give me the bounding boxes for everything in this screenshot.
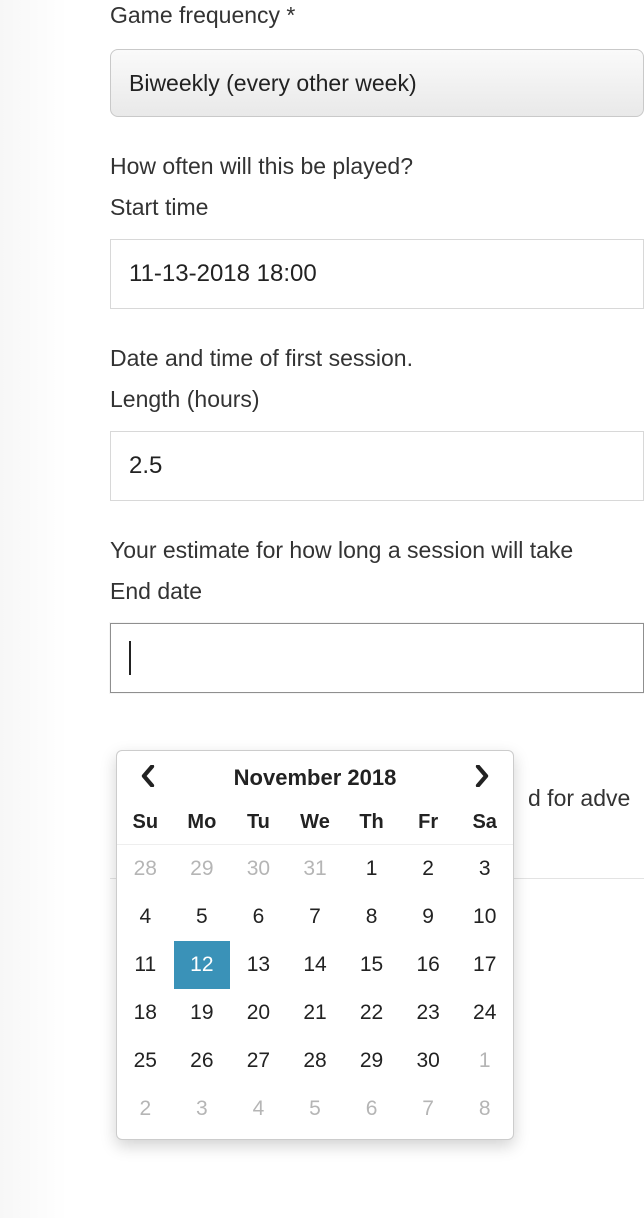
- datepicker-popover: November 2018 SuMoTuWeThFrSa 28293031123…: [116, 750, 514, 1140]
- datepicker-day[interactable]: 28: [287, 1037, 344, 1085]
- datepicker-day[interactable]: 2: [117, 1085, 174, 1133]
- datepicker-day[interactable]: 25: [117, 1037, 174, 1085]
- datepicker-day[interactable]: 18: [117, 989, 174, 1037]
- datepicker-day[interactable]: 7: [287, 893, 344, 941]
- datepicker-dow: Tu: [230, 805, 287, 845]
- datepicker-day[interactable]: 6: [230, 893, 287, 941]
- length-label: Length (hours): [110, 386, 644, 413]
- start-time-label: Start time: [110, 194, 644, 221]
- datepicker-next-button[interactable]: [457, 751, 507, 805]
- datepicker-dow: Su: [117, 805, 174, 845]
- frequency-label: Game frequency *: [110, 2, 644, 29]
- datepicker-day[interactable]: 23: [400, 989, 457, 1037]
- text-caret: [129, 641, 131, 675]
- datepicker-title: November 2018: [234, 765, 397, 791]
- datepicker-day[interactable]: 5: [174, 893, 231, 941]
- datepicker-day[interactable]: 26: [174, 1037, 231, 1085]
- datepicker-dow: Fr: [400, 805, 457, 845]
- datepicker-day[interactable]: 8: [456, 1085, 513, 1133]
- datepicker-day[interactable]: 3: [174, 1085, 231, 1133]
- datepicker-day[interactable]: 4: [117, 893, 174, 941]
- datepicker-day[interactable]: 28: [117, 845, 174, 893]
- datepicker-day[interactable]: 16: [400, 941, 457, 989]
- datepicker-day[interactable]: 2: [400, 845, 457, 893]
- datepicker-dow: We: [287, 805, 344, 845]
- datepicker-day[interactable]: 1: [456, 1037, 513, 1085]
- datepicker-day[interactable]: 4: [230, 1085, 287, 1133]
- length-help: Your estimate for how long a session wil…: [110, 537, 644, 564]
- datepicker-day[interactable]: 7: [400, 1085, 457, 1133]
- datepicker-day[interactable]: 3: [456, 845, 513, 893]
- datepicker-day[interactable]: 31: [287, 845, 344, 893]
- datepicker-day[interactable]: 27: [230, 1037, 287, 1085]
- datepicker-day[interactable]: 21: [287, 989, 344, 1037]
- datepicker-day[interactable]: 20: [230, 989, 287, 1037]
- length-input[interactable]: 2.5: [110, 431, 644, 501]
- datepicker-day[interactable]: 14: [287, 941, 344, 989]
- chevron-right-icon: [475, 765, 489, 792]
- datepicker-dow: Sa: [456, 805, 513, 845]
- datepicker-day[interactable]: 29: [343, 1037, 400, 1085]
- start-time-input[interactable]: 11-13-2018 18:00: [110, 239, 644, 309]
- datepicker-dow: Th: [343, 805, 400, 845]
- datepicker-day[interactable]: 6: [343, 1085, 400, 1133]
- datepicker-day[interactable]: 12: [174, 941, 231, 989]
- datepicker-day[interactable]: 15: [343, 941, 400, 989]
- datepicker-dow: Mo: [174, 805, 231, 845]
- chevron-left-icon: [141, 765, 155, 792]
- end-date-label: End date: [110, 578, 644, 605]
- datepicker-day[interactable]: 30: [400, 1037, 457, 1085]
- length-value: 2.5: [129, 452, 162, 480]
- datepicker-day[interactable]: 10: [456, 893, 513, 941]
- datepicker-day[interactable]: 8: [343, 893, 400, 941]
- datepicker-day[interactable]: 24: [456, 989, 513, 1037]
- frequency-help: How often will this be played?: [110, 153, 644, 180]
- obscured-help-fragment: d for adve: [528, 785, 630, 812]
- datepicker-day[interactable]: 9: [400, 893, 457, 941]
- datepicker-day[interactable]: 11: [117, 941, 174, 989]
- datepicker-day[interactable]: 30: [230, 845, 287, 893]
- datepicker-day[interactable]: 29: [174, 845, 231, 893]
- datepicker-day[interactable]: 22: [343, 989, 400, 1037]
- frequency-value: Biweekly (every other week): [129, 70, 417, 97]
- datepicker-prev-button[interactable]: [123, 751, 173, 805]
- start-time-value: 11-13-2018 18:00: [129, 260, 317, 288]
- datepicker-day[interactable]: 13: [230, 941, 287, 989]
- datepicker-day[interactable]: 19: [174, 989, 231, 1037]
- datepicker-day[interactable]: 1: [343, 845, 400, 893]
- end-date-input[interactable]: [110, 623, 644, 693]
- frequency-select[interactable]: Biweekly (every other week): [110, 49, 644, 117]
- datepicker-day[interactable]: 5: [287, 1085, 344, 1133]
- start-time-help: Date and time of first session.: [110, 345, 644, 372]
- datepicker-day[interactable]: 17: [456, 941, 513, 989]
